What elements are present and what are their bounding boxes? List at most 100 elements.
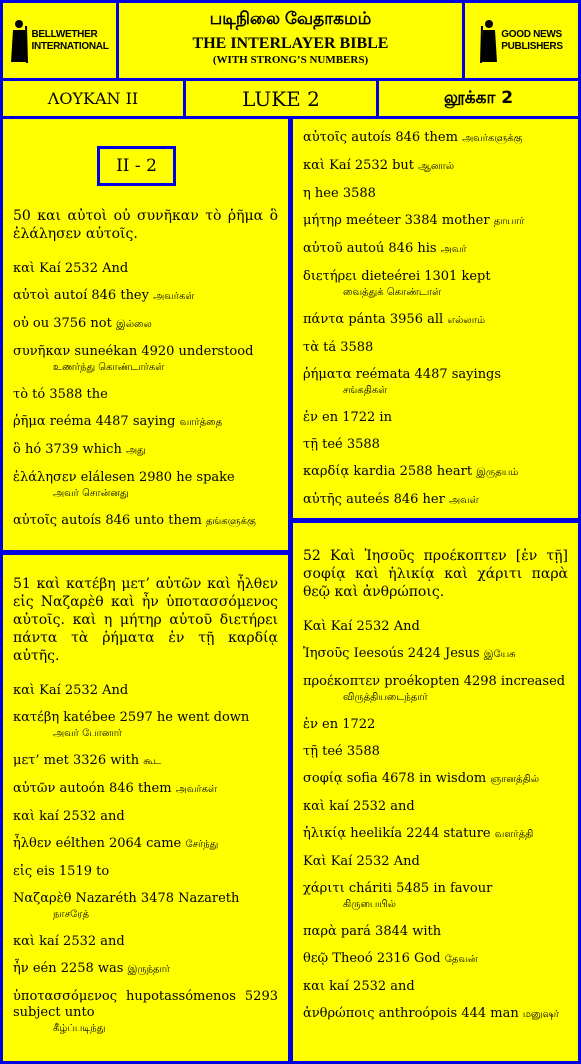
word-entry: τὸ tó 3588 the [13,387,278,403]
tamil-gloss: தங்களுக்கு [205,516,256,527]
word-gloss: τῇ teé 3588 [303,744,380,759]
word-gloss: ἐλάλησεν elálesen 2980 he spake [13,470,235,485]
word-gloss: διετήρει dieteérei 1301 kept [303,269,491,284]
subtitle: (WITH STRONG’S NUMBERS) [212,54,369,66]
tamil-gloss: சேர்ந்து [185,839,219,850]
word-entry: ἐν en 1722 in [303,410,568,426]
tamil-gloss: அவர்கள் [175,784,218,795]
word-entry: χάριτι cháriti 5485 in favour கிருபையில் [303,881,568,913]
word-gloss: ὃ hó 3739 which [13,442,122,457]
tamil-gloss: அவர்களுக்கு [462,133,523,144]
word-gloss: αὐτοὶ autoí 846 they [13,288,149,303]
title-tamil-book: லூக்கா 2 [379,81,578,116]
word-entry: ῥήματα reémata 4487 sayings சங்கதிகள் [303,367,568,399]
page-header: படிநிலை வேதாகமம் THE INTERLAYER BIBLE (W… [119,3,462,78]
logo-line: GOOD NEWS [501,28,562,40]
word-entry: και kaí 2532 and [303,979,568,995]
tamil-gloss: மனுஷர் [522,1009,559,1020]
verse-51-panel: 51 καὶ κατέβη μετ’ αὐτῶν καὶ ἦλθεν εἰς Ν… [3,555,288,1061]
tamil-gloss: கீழ்ப்படிந்து [53,1023,106,1034]
word-entry: καὶ Kaí 2532 And [13,683,278,699]
tamil-gloss: தேவன் [444,954,478,965]
chapter-reference: II - 2 [97,146,176,186]
word-entry: ἡλικίᾳ heelikía 2244 stature வளர்த்தி [303,826,568,843]
word-gloss: προέκοπτεν proékopten 4298 increased [303,674,566,689]
tamil-gloss: வளர்த்தி [494,829,534,840]
word-gloss: αὐτοῖς autoís 846 them [303,130,458,145]
logo-line: INTERNATIONAL [31,40,109,52]
word-entry: καὶ kaí 2532 and [13,809,278,825]
word-gloss: καὶ kaí 2532 and [303,799,415,814]
word-entry: οὐ ou 3756 not இல்லை [13,316,278,333]
word-gloss: εἰς eis 1519 to [13,864,110,879]
word-entry: η hee 3588 [303,186,568,202]
word-gloss: αὐτοῖς autoís 846 unto them [13,513,202,528]
tamil-gloss: அவர் போனார் [53,728,122,739]
chapter-reference-text: II - 2 [116,156,157,176]
word-gloss: παρὰ pará 3844 with [303,924,442,939]
word-entry: τὰ tá 3588 [303,340,568,356]
word-gloss: ἐν en 1722 [303,717,376,732]
word-entry: διετήρει dieteérei 1301 kept வைத்துக் கொண… [303,269,568,301]
word-entry: ῥῆμα reéma 4487 saying வார்த்தை [13,414,278,431]
tamil-gloss: அவள் [448,495,479,506]
word-gloss: καὶ Kaí 2532 And [13,261,129,276]
word-gloss: οὐ ou 3756 not [13,316,112,331]
tamil-gloss: இல்லை [115,319,152,330]
tamil-gloss: அவர்கள் [153,291,195,302]
tamil-gloss: அது [125,445,146,456]
tamil-gloss: இயேசு [483,649,516,660]
word-gloss: αὐτῆς auteés 846 her [303,492,445,507]
tamil-gloss: வைத்துக் கொண்டாள் [343,287,442,298]
word-entry: καρδίᾳ kardia 2588 heart இருதயம் [303,464,568,481]
title-english-book: LUKE 2 [186,81,376,116]
word-entry: θεῷ Theoó 2316 God தேவன் [303,951,568,968]
word-gloss: και kaí 2532 and [303,979,415,994]
tamil-gloss: ஞானத்தில் [490,774,539,785]
word-entry: ὑποτασσόμενος hupotassómenos 5293 subjec… [13,989,278,1037]
word-gloss: Καὶ Kaí 2532 And [303,619,420,634]
word-entry: Καὶ Kaí 2532 And [303,619,568,635]
word-entry: ἀνθρώποις anthroópois 444 man மனுஷர் [303,1006,568,1023]
word-entry: καὶ kaí 2532 and [13,934,278,950]
title-english-text: LUKE 2 [242,86,320,111]
word-entry: Καὶ Kaí 2532 And [303,854,568,870]
word-entry: τῇ teé 3588 [303,744,568,760]
word-gloss: καὶ kaí 2532 and [13,934,125,949]
word-gloss: τὸ tó 3588 the [13,387,108,402]
word-entry: προέκοπτεν proékopten 4298 increased விரு… [303,674,568,706]
word-entry: τῇ teé 3588 [303,437,568,453]
good-news-logo: GOOD NEWS PUBLISHERS [465,3,578,78]
logo-line: PUBLISHERS [501,40,563,52]
word-gloss: ἐν en 1722 in [303,410,392,425]
word-gloss: ἀνθρώποις anthroópois 444 man [303,1006,519,1021]
word-gloss: συνῆκαν suneékan 4920 understood [13,344,254,359]
title-tamil-text: லூக்கா 2 [443,87,514,108]
word-entry: εἰς eis 1519 to [13,864,278,880]
tamil-gloss: தாயார் [493,216,525,227]
word-entry: ἐν en 1722 [303,717,568,733]
tamil-gloss: சங்கதிகள் [343,385,388,396]
word-gloss: αὐτῶν autoón 846 them [13,781,172,796]
verse-50-panel: II - 2 50 και αὐτοὶ οὐ συνῆκαν τὸ ῥῆμα ὃ… [3,119,288,550]
word-gloss: Ναζαρὲθ Nazaréth 3478 Nazareth [13,891,240,906]
tamil-gloss: அவர் சொன்னது [53,488,129,499]
word-gloss: καὶ Kaí 2532 but [303,158,415,173]
word-gloss: ἦλθεν eélthen 2064 came [13,836,182,851]
word-gloss: τῇ teé 3588 [303,437,380,452]
tamil-gloss: கிருபையில் [343,899,396,910]
word-entry: αὐτῶν autoón 846 them அவர்கள் [13,781,278,798]
logo-line: BELLWETHER [31,28,98,40]
tamil-gloss: உணர்ந்து கொண்டார்கள் [53,362,165,373]
word-gloss: μετ’ met 3326 with [13,753,140,768]
word-entry: ἦλθεν eélthen 2064 came சேர்ந்து [13,836,278,853]
title-greek-text: ΛΟΥΚΑΝ ΙΙ [47,89,139,108]
word-entry: καὶ Kaí 2532 And [13,261,278,277]
word-gloss: κατέβη katébee 2597 he went down [13,710,250,725]
word-gloss: ῥῆμα reéma 4487 saying [13,414,176,429]
word-entry: αὐτοῖς autoís 846 unto them தங்களுக்கு [13,513,278,530]
word-gloss: θεῷ Theoó 2316 God [303,951,441,966]
verse-50-text: 50 και αὐτοὶ οὐ συνῆκαν τὸ ῥῆμα ὃ ἐλάλησ… [13,208,278,242]
word-gloss: Ἰησοῦς Ieesoús 2424 Jesus [303,646,480,661]
tamil-gloss: அவர் [440,244,467,255]
